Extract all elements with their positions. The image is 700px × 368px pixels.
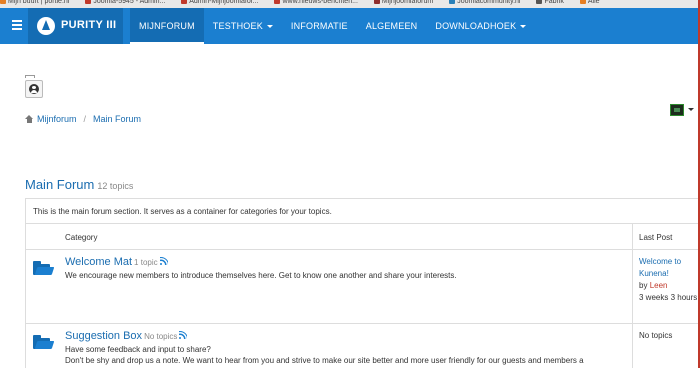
nav-label: MIJNFORUM: [139, 21, 195, 31]
purity-logo-icon: [37, 17, 55, 35]
rss-icon[interactable]: [159, 257, 168, 265]
bookmark[interactable]: www.nieuws-berichten...: [274, 0, 358, 5]
nav-label: INFORMATIE: [290, 21, 348, 31]
category-link[interactable]: Welcome Mat: [65, 256, 132, 268]
category-description: Have some feedback and input to share?: [65, 345, 211, 354]
category-table: This is the main forum section. It serve…: [25, 198, 698, 368]
nav-label: DOWNLOADHOEK: [435, 21, 517, 31]
user-avatar[interactable]: [25, 75, 43, 99]
category-description: Don't be shy and drop us a note. We want…: [65, 356, 584, 365]
breadcrumb-current[interactable]: Main Forum: [93, 114, 141, 124]
nav-label: TESTHOEK: [212, 21, 263, 31]
nav-item-mijnforum[interactable]: MIJNFORUM: [130, 8, 204, 44]
profile-thumbnail[interactable]: [670, 104, 684, 116]
column-header-category: Category: [65, 233, 98, 242]
nav-item-downloadhoek[interactable]: DOWNLOADHOEK: [426, 8, 535, 44]
bookmarks-bar: Mijn buurt | portie.nl Joomla-5945 - Adm…: [0, 0, 698, 8]
bookmark[interactable]: Mijnjoomlaforum: [373, 0, 433, 5]
caret-down-icon[interactable]: [688, 108, 694, 111]
breadcrumb-separator: /: [83, 114, 87, 124]
page: Mijn buurt | portie.nl Joomla-5945 - Adm…: [0, 0, 700, 368]
category-topic-count: 1 topic: [134, 258, 158, 267]
brand[interactable]: PURITY III: [28, 8, 123, 44]
caret-down-icon: [520, 25, 527, 29]
caret-down-icon: [266, 25, 273, 29]
last-post-link[interactable]: Kunena!: [639, 268, 697, 280]
bookmark[interactable]: Joomla-5945 - Admin...: [85, 0, 165, 5]
user-avatar-icon: [25, 80, 43, 98]
last-post-time: 3 weeks 3 hours: [639, 293, 698, 302]
table-row: Welcome Mat 1 topic We encourage new memb…: [26, 250, 698, 324]
top-navbar: PURITY III MIJNFORUM TESTHOEK INFORMATIE…: [0, 8, 698, 44]
breadcrumb-home[interactable]: Mijnforum: [37, 114, 77, 124]
category-topic-count: No topics: [144, 332, 178, 341]
category-link[interactable]: Suggestion Box: [65, 330, 142, 342]
folder-icon: [33, 335, 55, 349]
rss-icon[interactable]: [179, 331, 188, 339]
forum-heading: Main Forum 12 topics: [25, 177, 133, 192]
last-post-user[interactable]: Leen: [650, 281, 668, 290]
nav-item-algemeen[interactable]: ALGEMEEN: [357, 8, 427, 44]
breadcrumb: Mijnforum / Main Forum: [25, 114, 141, 124]
forum-description: This is the main forum section. It serve…: [26, 199, 698, 224]
last-post-link[interactable]: Welcome to: [639, 256, 697, 268]
category-title-row: Suggestion Box No topics: [65, 330, 188, 342]
folder-icon: [33, 261, 55, 275]
hamburger-menu-icon[interactable]: [12, 19, 22, 33]
brand-name: PURITY III: [61, 19, 117, 31]
bookmark[interactable]: Fabrik: [536, 0, 564, 5]
bookmark[interactable]: Mijn buurt | portie.nl: [0, 0, 69, 5]
nav-label: ALGEMEEN: [365, 21, 418, 31]
column-header-last-post: Last Post: [639, 233, 673, 242]
last-post-empty: No topics: [639, 331, 673, 340]
bookmark[interactable]: Alle: [579, 0, 600, 5]
bookmark[interactable]: Admin-Mijnjoomlafor...: [181, 0, 259, 5]
forum-topic-count: 12 topics: [97, 181, 134, 191]
last-post: Welcome to Kunena! by Leen 3 weeks 3 hou…: [639, 256, 697, 304]
main-nav: MIJNFORUM TESTHOEK INFORMATIE ALGEMEEN D…: [130, 8, 535, 44]
forum-title[interactable]: Main Forum: [25, 177, 94, 192]
nav-item-testhoek[interactable]: TESTHOEK: [204, 8, 282, 44]
table-header: Category Last Post: [26, 224, 698, 250]
last-post: No topics: [639, 330, 672, 342]
table-row: Suggestion Box No topics Have some feedba…: [26, 324, 698, 368]
category-description: We encourage new members to introduce th…: [65, 271, 457, 280]
category-title-row: Welcome Mat 1 topic: [65, 256, 168, 268]
bookmark[interactable]: Joomlacommunity.nl: [449, 0, 520, 5]
home-icon: [25, 115, 34, 123]
last-post-by: by: [639, 281, 648, 290]
nav-item-informatie[interactable]: INFORMATIE: [282, 8, 357, 44]
